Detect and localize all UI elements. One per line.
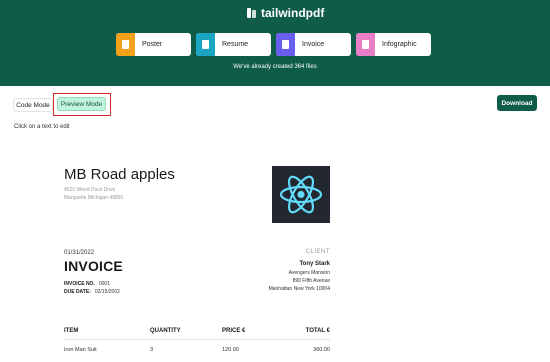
brand-logo[interactable]: tailwindpdf bbox=[247, 6, 324, 20]
tailwindpdf-logo-icon bbox=[247, 8, 257, 18]
document-icon bbox=[116, 33, 135, 56]
due-date: DUE DATE: 02/15/2002 bbox=[64, 289, 120, 295]
row-price[interactable]: 120.00 bbox=[222, 347, 239, 353]
document-icon bbox=[276, 33, 295, 56]
template-label: Poster bbox=[142, 41, 163, 48]
invoice-number: INVOICE NO. 0001 bbox=[64, 281, 110, 287]
client-address-line[interactable]: Avengers Mansion bbox=[289, 270, 330, 276]
code-mode-button[interactable]: Code Mode bbox=[13, 98, 53, 112]
preview-mode-button[interactable]: Preview Mode bbox=[57, 97, 106, 111]
row-item[interactable]: Iron Man Suit bbox=[64, 347, 97, 353]
invoice-number-value[interactable]: 0001 bbox=[99, 281, 110, 287]
column-header-item: ITEM bbox=[64, 328, 79, 334]
template-label: Infographic bbox=[382, 41, 417, 48]
row-quantity[interactable]: 3 bbox=[150, 347, 153, 353]
company-address-line[interactable]: Marquette Michigan 49855 bbox=[64, 195, 123, 201]
template-label: Resume bbox=[222, 41, 249, 48]
top-header: tailwindpdf Poster Resume Invoice Infogr… bbox=[0, 0, 550, 86]
due-date-label: DUE DATE: bbox=[64, 289, 91, 295]
react-logo-icon bbox=[272, 166, 330, 223]
template-poster-button[interactable]: Poster bbox=[116, 33, 191, 56]
invoice-number-label: INVOICE NO. bbox=[64, 281, 95, 287]
brand-name: tailwindpdf bbox=[261, 6, 325, 20]
invoice-title[interactable]: INVOICE bbox=[64, 258, 123, 274]
client-address-line[interactable]: Manhattan New York 10004 bbox=[269, 286, 330, 292]
document-icon bbox=[356, 33, 375, 56]
row-total[interactable]: 360.00 bbox=[313, 347, 330, 353]
template-invoice-button[interactable]: Invoice bbox=[276, 33, 351, 56]
column-header-total: TOTAL € bbox=[305, 328, 330, 334]
invoice-date[interactable]: 01/31/2022 bbox=[64, 250, 94, 256]
template-infographic-button[interactable]: Infographic bbox=[356, 33, 431, 56]
client-name[interactable]: Tony Stark bbox=[299, 261, 330, 267]
column-header-quantity: QUANTITY bbox=[150, 328, 181, 334]
files-created-counter: We've already created 364 files bbox=[233, 64, 317, 70]
client-label: CLIENT bbox=[305, 249, 330, 255]
edit-hint: Click on a text to edit bbox=[14, 124, 70, 130]
company-name[interactable]: MB Road apples bbox=[64, 166, 175, 183]
company-address-line[interactable]: 4520 Wood Duck Drive bbox=[64, 187, 115, 193]
editor-area: Code Mode Preview Mode Download Click on… bbox=[0, 86, 550, 362]
client-address-line[interactable]: 890 Fifth Avenue bbox=[293, 278, 330, 284]
column-header-price: PRICE € bbox=[222, 328, 246, 334]
template-resume-button[interactable]: Resume bbox=[196, 33, 271, 56]
document-icon bbox=[196, 33, 215, 56]
download-button[interactable]: Download bbox=[497, 95, 537, 111]
due-date-value[interactable]: 02/15/2002 bbox=[95, 289, 120, 295]
table-divider bbox=[64, 339, 330, 340]
template-label: Invoice bbox=[302, 41, 325, 48]
